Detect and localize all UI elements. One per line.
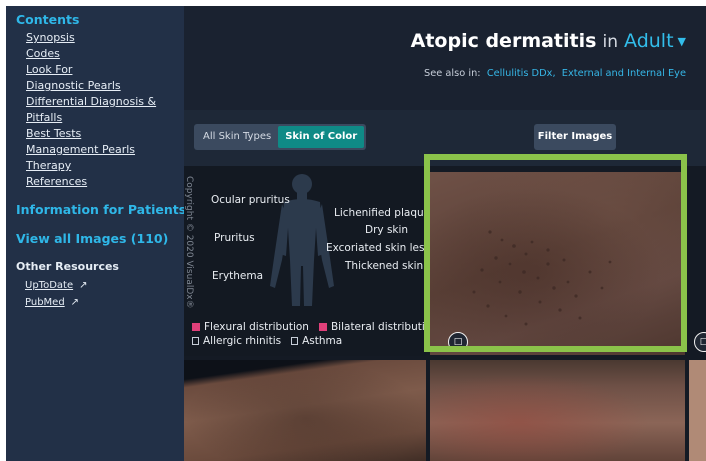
sidebar-link-codes[interactable]: Codes — [26, 46, 176, 62]
skin-photo-thumbnail[interactable] — [430, 172, 685, 355]
page-header: Atopic dermatitis in Adult ▼ See also in:… — [184, 6, 706, 110]
sidebar-link-diagnostic-pearls[interactable]: Diagnostic Pearls — [26, 78, 176, 94]
copyright-text: Copyright © 2020 VisualDx® — [184, 176, 194, 309]
skin-photo-thumbnail-2[interactable] — [430, 360, 685, 461]
legend-marker — [318, 323, 327, 331]
image-toolbar: All Skin Types Skin of Color Filter Imag… — [184, 110, 706, 166]
legend-allergic-rhinitis: Allergic rhinitis — [203, 335, 282, 347]
see-also-link-external-eye[interactable]: External and Internal Eye — [562, 68, 686, 79]
toggle-all-skin-types[interactable]: All Skin Types — [196, 126, 278, 148]
partial-photo-thumbnail[interactable] — [689, 360, 706, 461]
pubmed-link[interactable]: PubMed ↗ — [25, 297, 79, 308]
contents-heading[interactable]: Contents — [16, 12, 79, 27]
label-erythema: Erythema — [212, 270, 264, 282]
sidebar-link-synopsis[interactable]: Synopsis — [26, 30, 176, 46]
copyright-notice: Copyright © 2020 VisualDx® — [184, 172, 195, 309]
calendar-icon — [192, 337, 199, 345]
legend-marker — [192, 323, 200, 331]
legend-flexural: Flexural distribution — [204, 321, 309, 333]
patients-link[interactable]: Information for Patients — [16, 202, 186, 217]
sidebar-link-look-for[interactable]: Look For — [26, 62, 176, 78]
app-frame: Contents Synopsis Codes Look For Diagnos… — [6, 6, 706, 461]
label-pruritus: Pruritus — [214, 232, 255, 244]
label-excoriated-skin-lesion: Excoriated skin lesio — [326, 242, 434, 254]
title-in: in — [602, 32, 618, 52]
image-gallery: Copyright © 2020 VisualDx® Ocular prurit… — [184, 166, 706, 461]
sidebar-link-therapy[interactable]: Therapy — [26, 158, 176, 174]
legend-history: Allergic rhinitis Asthma — [192, 335, 342, 347]
external-link-icon: ↗ — [70, 297, 80, 308]
population-dropdown[interactable]: Adult ▼ — [624, 30, 686, 52]
label-thickened-skin: Thickened skin — [345, 260, 424, 272]
skin-texture — [472, 230, 612, 326]
legend-asthma: Asthma — [302, 335, 343, 347]
sidebar-link-management-pearls[interactable]: Management Pearls — [26, 142, 176, 158]
filter-images-button[interactable]: Filter Images — [534, 124, 616, 150]
title-population: Adult — [624, 30, 674, 52]
findings-diagram[interactable]: Copyright © 2020 VisualDx® Ocular prurit… — [184, 166, 438, 356]
arm-photo-thumbnail[interactable] — [184, 360, 426, 461]
sidebar: Contents Synopsis Codes Look For Diagnos… — [6, 6, 186, 461]
legend-bilateral: Bilateral distribution — [330, 321, 438, 333]
uptodate-label: UpToDate — [25, 280, 74, 291]
other-resources-heading: Other Resources — [16, 260, 119, 273]
comment-icon[interactable]: □ — [694, 332, 706, 352]
comment-icon[interactable]: □ — [448, 332, 468, 352]
sidebar-link-references[interactable]: References — [26, 174, 176, 190]
view-all-images-link[interactable]: View all Images (110) — [16, 231, 168, 246]
label-dry-skin: Dry skin — [365, 224, 409, 236]
title-condition: Atopic dermatitis — [410, 30, 597, 52]
external-link-icon: ↗ — [79, 280, 88, 291]
legend-distribution: Flexural distribution Bilateral distribu… — [192, 321, 438, 333]
skin-type-toggle: All Skin Types Skin of Color — [194, 124, 367, 150]
label-lichenified-plaque: Lichenified plaque — [334, 207, 431, 219]
sidebar-link-differential-diagnosis[interactable]: Differential Diagnosis & — [26, 94, 176, 110]
sidebar-link-best-tests[interactable]: Best Tests — [26, 126, 176, 142]
calendar-icon — [291, 337, 299, 345]
pubmed-label: PubMed — [25, 297, 65, 308]
page-title: Atopic dermatitis in Adult ▼ — [411, 30, 686, 52]
chevron-down-icon: ▼ — [677, 35, 686, 48]
sidebar-link-pitfalls[interactable]: Pitfalls — [26, 110, 176, 126]
see-also-link-cellulitis[interactable]: Cellulitis DDx, — [487, 68, 556, 79]
label-ocular-pruritus: Ocular pruritus — [211, 194, 290, 206]
contents-links: Synopsis Codes Look For Diagnostic Pearl… — [26, 30, 176, 190]
toggle-skin-of-color[interactable]: Skin of Color — [278, 126, 365, 148]
see-also: See also in: Cellulitis DDx, External an… — [424, 68, 686, 79]
see-also-label: See also in: — [424, 68, 481, 79]
uptodate-link[interactable]: UpToDate ↗ — [25, 280, 88, 291]
